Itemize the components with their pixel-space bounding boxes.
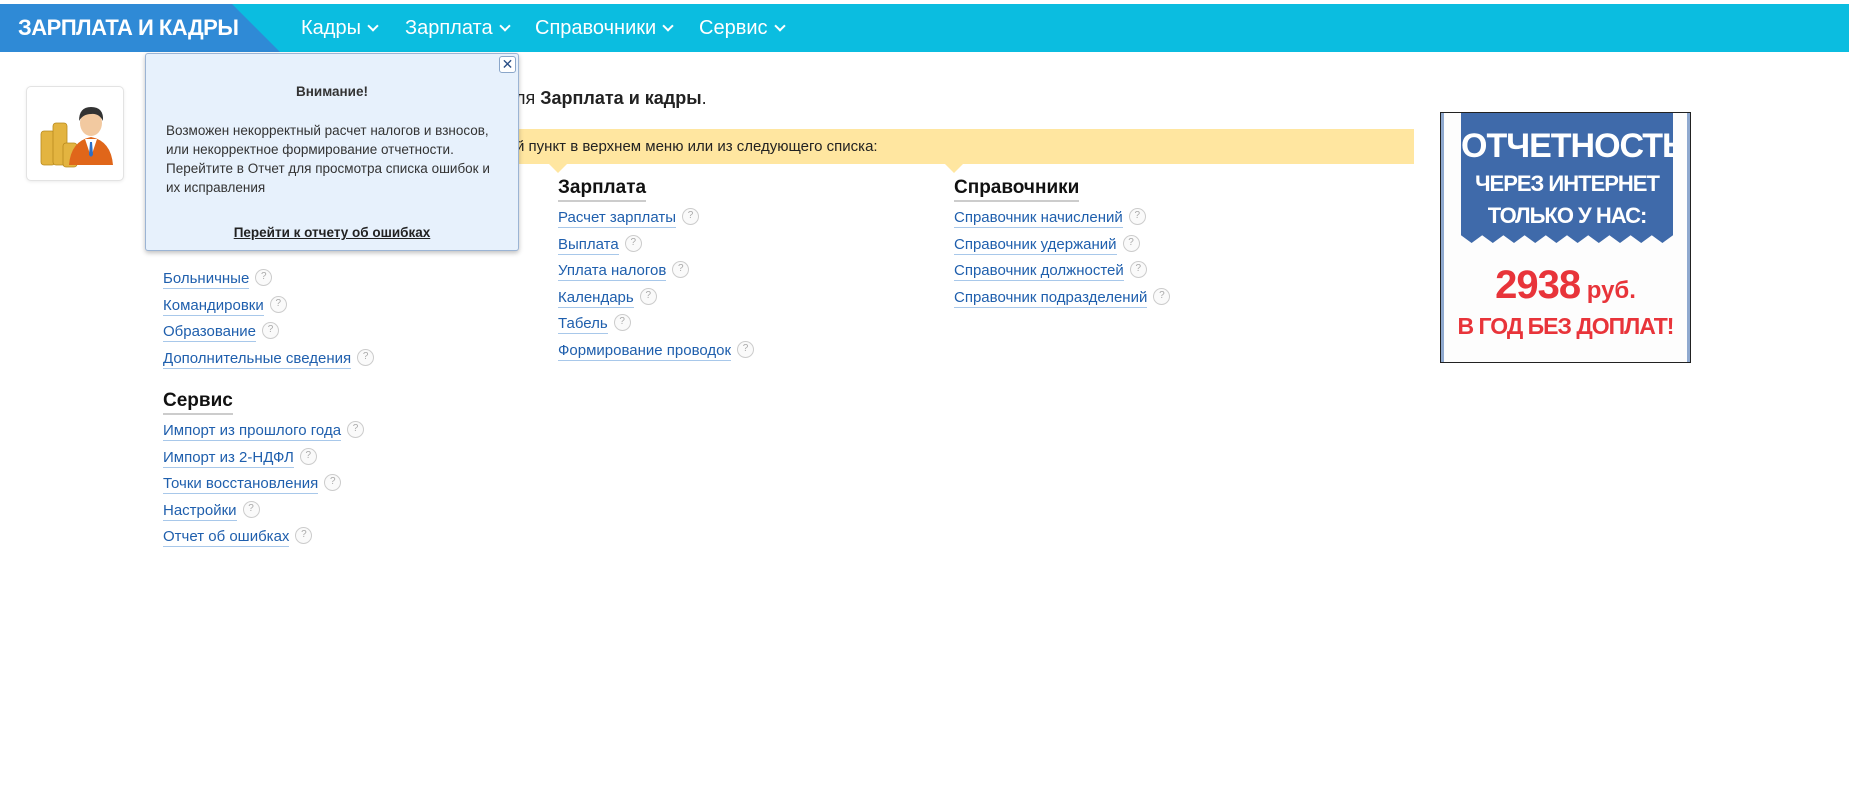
help-icon[interactable]: ? — [613, 314, 631, 331]
link-kalendar[interactable]: Календарь — [558, 288, 634, 308]
list-item: Табель? — [558, 314, 754, 341]
link-settings[interactable]: Настройки — [163, 501, 237, 521]
link-bolnichnye[interactable]: Больничные — [163, 269, 250, 289]
link-tabel[interactable]: Табель — [558, 314, 608, 334]
list-item: Отчет об ошибках? — [163, 527, 364, 554]
section-kadry: Больничные? Командировки? Образование? Д… — [163, 269, 375, 376]
section-title: Справочники — [954, 177, 1080, 202]
top-header: ЗАРПЛАТА И КАДРЫ Кадры Зарплата Справочн… — [0, 4, 1849, 52]
go-to-error-report-link[interactable]: Перейти к отчету об ошибках — [166, 225, 498, 240]
list-item: Выплата? — [558, 234, 754, 262]
help-icon[interactable]: ? — [681, 208, 699, 225]
ad-price-value: 2938 — [1495, 263, 1581, 307]
nav-spravochniki[interactable]: Справочники — [535, 4, 674, 52]
chevron-down-icon — [773, 20, 786, 32]
ad-tagline: В ГОД БЕЗ ДОПЛАТ! — [1457, 313, 1675, 339]
link-raschet-zarplaty[interactable]: Расчет зарплаты — [558, 208, 676, 228]
link-error-report[interactable]: Отчет об ошибках — [163, 527, 290, 547]
list-item: Точки восстановления? — [163, 474, 364, 501]
list-item: Формирование проводок? — [558, 340, 755, 368]
ad-banner[interactable]: ОТЧЕТНОСТЬ ЧЕРЕЗ ИНТЕРНЕТ ТОЛЬКО У НАС: … — [1440, 112, 1691, 363]
help-icon[interactable]: ? — [639, 287, 657, 305]
link-komandirovki[interactable]: Командировки — [163, 296, 264, 316]
chevron-down-icon — [367, 20, 379, 32]
link-uplata-nalogov[interactable]: Уплата налогов — [558, 261, 667, 281]
chevron-down-icon — [662, 20, 674, 32]
help-icon[interactable]: ? — [1153, 287, 1171, 305]
link-provodki[interactable]: Формирование проводок — [558, 341, 732, 361]
help-icon[interactable]: ? — [242, 500, 260, 518]
help-icon[interactable]: ? — [1122, 234, 1140, 252]
help-icon[interactable]: ? — [295, 527, 313, 544]
link-import-prev-year[interactable]: Импорт из прошлого года — [163, 421, 342, 441]
list-item: Календарь? — [558, 287, 754, 315]
nav-zarplata[interactable]: Зарплата — [405, 4, 511, 52]
employee-coins-icon — [40, 107, 113, 168]
section-title: Сервис — [163, 390, 233, 415]
link-dop-svedeniya[interactable]: Дополнительные сведения — [163, 349, 352, 369]
help-icon[interactable]: ? — [624, 234, 642, 252]
link-sprav-uderzhaniy[interactable]: Справочник удержаний — [954, 235, 1117, 255]
ad-line3: ТОЛЬКО У НАС: — [1487, 203, 1648, 228]
warning-popup: ✕ Внимание! Возможен некорректный расчет… — [145, 53, 519, 251]
hint-pointer — [945, 164, 963, 173]
hint-pointer — [549, 164, 567, 173]
help-icon[interactable]: ? — [1129, 261, 1147, 278]
link-vyplata[interactable]: Выплата — [558, 235, 619, 255]
chevron-down-icon — [498, 20, 511, 32]
close-icon[interactable]: ✕ — [499, 56, 516, 73]
welcome-app-name: Зарплата и кадры — [540, 88, 702, 108]
welcome-heading: ля Зарплата и кадры. — [515, 88, 707, 109]
help-icon[interactable]: ? — [269, 295, 287, 313]
popup-message: Возможен некорректный расчет налогов и в… — [166, 123, 490, 195]
link-obrazovanie[interactable]: Образование — [163, 322, 256, 342]
list-item: Уплата налогов? — [558, 261, 754, 288]
list-item: Настройки? — [163, 500, 364, 528]
nav-servis[interactable]: Сервис — [699, 4, 786, 52]
section-zarplata: Зарплата Расчет зарплаты? Выплата? Уплат… — [558, 177, 755, 368]
welcome-suffix: . — [701, 88, 707, 108]
help-icon[interactable]: ? — [737, 340, 755, 358]
list-item: Дополнительные сведения? — [163, 348, 375, 376]
ad-line1: ОТЧЕТНОСТЬ — [1461, 127, 1686, 165]
list-item: Справочник удержаний? — [954, 234, 1170, 262]
help-icon[interactable]: ? — [1128, 208, 1146, 225]
list-item: Больничные? — [163, 269, 374, 296]
nav-kadry[interactable]: Кадры — [301, 4, 379, 52]
popup-title: Внимание! — [296, 84, 368, 99]
list-item: Импорт из 2-НДФЛ? — [163, 447, 364, 475]
link-sprav-dolzhnostey[interactable]: Справочник должностей — [954, 261, 1124, 281]
nav-label: Кадры — [301, 17, 361, 39]
list-item: Образование? — [163, 322, 374, 349]
list-item: Справочник подразделений? — [954, 287, 1171, 315]
list-item: Расчет зарплаты? — [558, 208, 754, 235]
help-icon[interactable]: ? — [255, 269, 273, 286]
link-sprav-nachisleniy[interactable]: Справочник начислений — [954, 208, 1123, 228]
user-avatar — [26, 86, 124, 181]
nav-label: Сервис — [699, 17, 768, 39]
list-item: Справочник начислений? — [954, 208, 1170, 235]
ad-currency: руб. — [1580, 277, 1636, 304]
ad-line2: ЧЕРЕЗ ИНТЕРНЕТ — [1475, 171, 1660, 196]
list-item: Командировки? — [163, 295, 374, 323]
help-icon[interactable]: ? — [324, 474, 342, 491]
section-servis: Сервис Импорт из прошлого года? Импорт и… — [163, 390, 365, 554]
app-brand[interactable]: ЗАРПЛАТА И КАДРЫ — [0, 4, 280, 52]
help-icon[interactable]: ? — [357, 348, 375, 366]
link-sprav-podrazdeleniy[interactable]: Справочник подразделений — [954, 288, 1148, 308]
list-item: Справочник должностей? — [954, 261, 1170, 288]
ad-price: 2938 руб. — [1441, 263, 1690, 308]
ad-ribbon: ОТЧЕТНОСТЬ ЧЕРЕЗ ИНТЕРНЕТ ТОЛЬКО У НАС: — [1461, 113, 1673, 243]
section-spravochniki: Справочники Справочник начислений? Справ… — [954, 177, 1171, 315]
help-icon[interactable]: ? — [299, 447, 317, 465]
link-restore-points[interactable]: Точки восстановления — [163, 474, 319, 494]
link-import-2ndfl[interactable]: Импорт из 2-НДФЛ — [163, 448, 294, 468]
section-title: Зарплата — [558, 177, 647, 202]
nav-label: Справочники — [535, 17, 657, 39]
list-item: Импорт из прошлого года? — [163, 421, 365, 448]
help-icon[interactable]: ? — [347, 421, 365, 438]
nav-label: Зарплата — [405, 17, 493, 39]
help-icon[interactable]: ? — [261, 322, 279, 339]
help-icon[interactable]: ? — [672, 261, 690, 278]
